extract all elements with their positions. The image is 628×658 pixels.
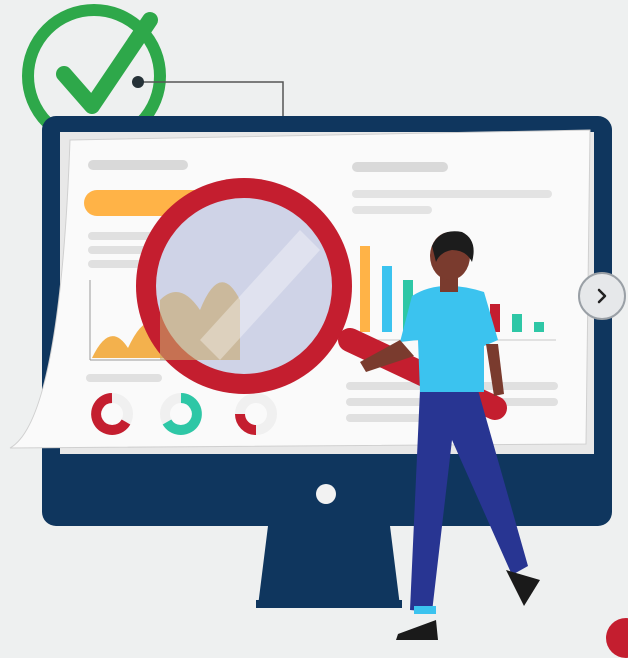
illustration [8,4,612,640]
chevron-right-icon [597,288,607,304]
carousel-next-button[interactable] [578,272,626,320]
